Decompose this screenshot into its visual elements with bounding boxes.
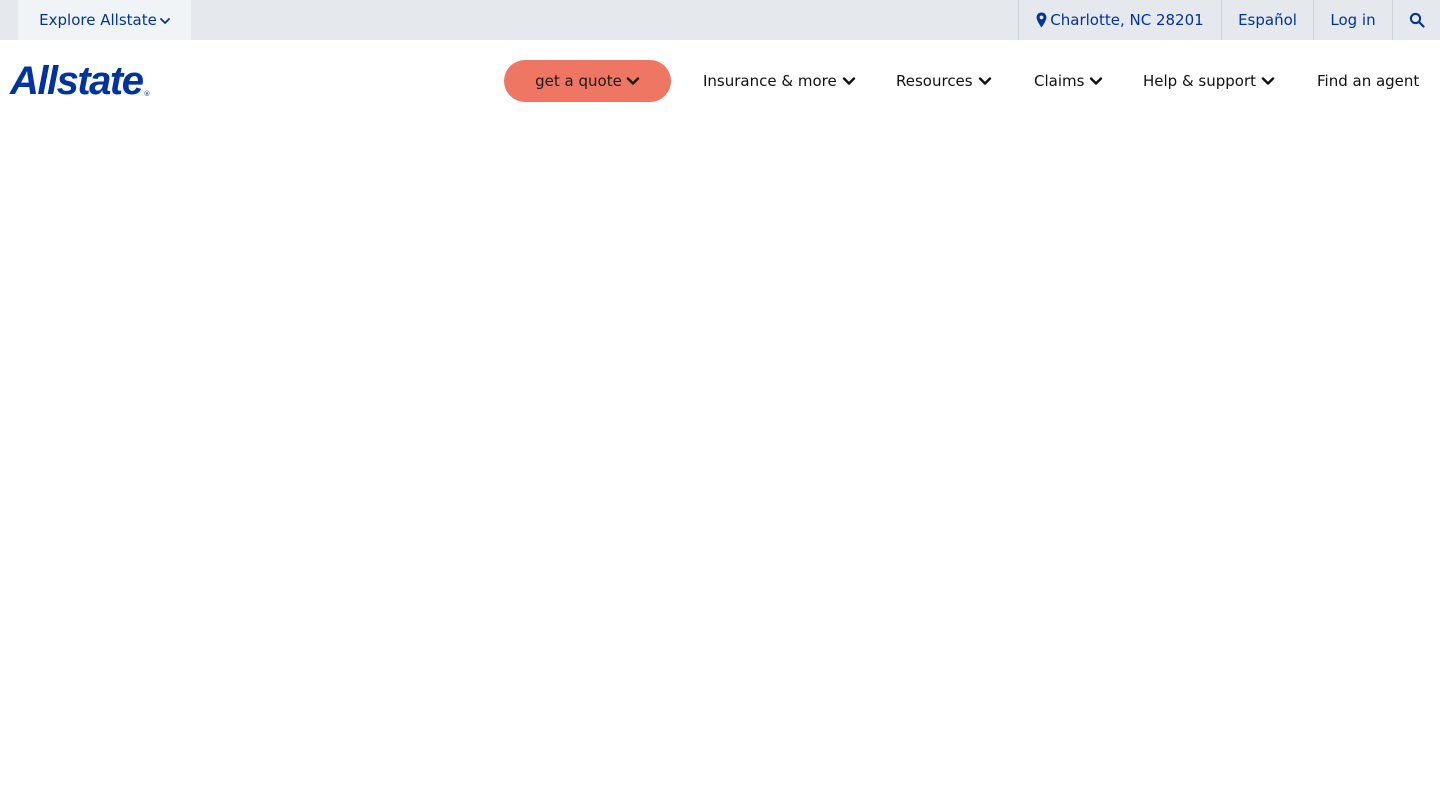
page-content: [0, 124, 1440, 800]
nav-resources[interactable]: Resources: [896, 60, 992, 102]
explore-allstate-label: Explore Allstate: [39, 11, 157, 29]
location-label: Charlotte, NC 28201: [1050, 11, 1204, 29]
map-pin-icon: [1036, 12, 1047, 28]
utility-links: Charlotte, NC 28201 Español Log in: [1018, 0, 1440, 40]
nav-resources-label: Resources: [896, 72, 973, 90]
get-a-quote-button[interactable]: get a quote: [504, 60, 671, 102]
explore-allstate-button[interactable]: Explore Allstate: [18, 0, 191, 40]
login-label: Log in: [1330, 11, 1376, 29]
login-link[interactable]: Log in: [1313, 0, 1392, 40]
espanol-label: Español: [1238, 11, 1297, 29]
nav-agent-label: Find an agent: [1317, 72, 1420, 90]
chevron-down-icon: [626, 77, 640, 85]
chevron-down-icon: [159, 17, 170, 24]
nav-help-and-support[interactable]: Help & support: [1143, 60, 1275, 102]
main-header: Allstate ® get a quote Insurance & more …: [0, 40, 1440, 124]
espanol-link[interactable]: Español: [1221, 0, 1313, 40]
nav-help-label: Help & support: [1143, 72, 1257, 90]
search-button[interactable]: [1392, 0, 1440, 40]
nav-claims[interactable]: Claims: [1034, 60, 1103, 102]
utility-bar: Explore Allstate Charlotte, NC 28201 Esp…: [0, 0, 1440, 40]
logo-wordmark: Allstate: [10, 59, 144, 103]
nav-claims-label: Claims: [1034, 72, 1085, 90]
chevron-down-icon: [1090, 77, 1103, 85]
get-a-quote-label: get a quote: [535, 72, 622, 90]
allstate-logo[interactable]: Allstate ®: [10, 59, 151, 103]
chevron-down-icon: [842, 77, 855, 85]
search-icon: [1409, 12, 1425, 28]
nav-find-an-agent[interactable]: Find an agent: [1317, 60, 1419, 102]
chevron-down-icon: [1261, 77, 1275, 85]
nav-insurance-label: Insurance & more: [703, 72, 837, 90]
nav-insurance-and-more[interactable]: Insurance & more: [703, 60, 856, 102]
location-button[interactable]: Charlotte, NC 28201: [1018, 0, 1221, 40]
logo-registered-mark: ®: [143, 90, 151, 98]
chevron-down-icon: [978, 77, 991, 85]
